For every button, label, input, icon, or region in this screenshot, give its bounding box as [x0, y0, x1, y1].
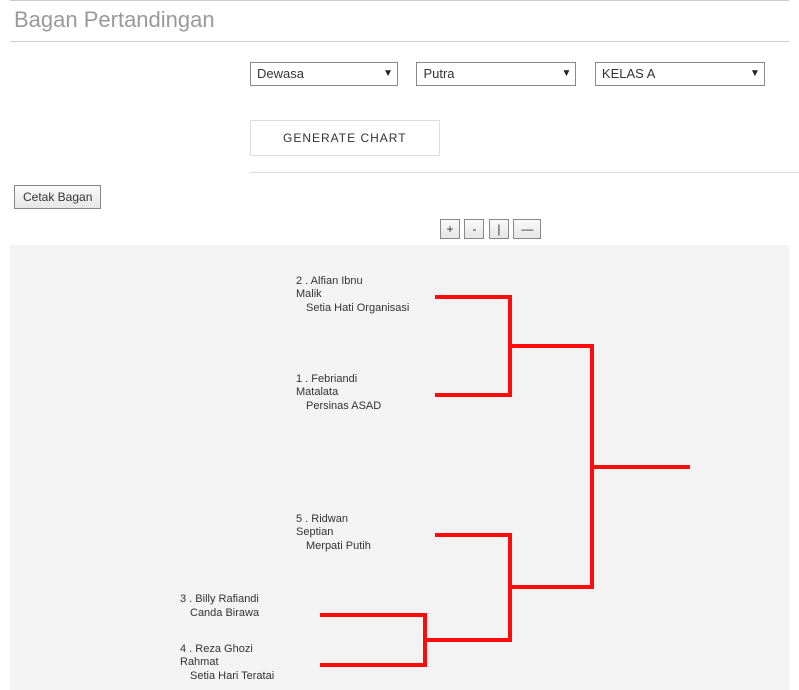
zoom-out-button[interactable]: -: [464, 219, 484, 239]
entry-name2: Rahmat: [180, 656, 340, 669]
bracket-entry: 3 . Billy Rafiandi Canda Birawa: [180, 593, 340, 620]
entry-seed-name: 5 . Ridwan: [296, 513, 456, 526]
filter-bar: Dewasa ▼ Putra ▼ KELAS A ▼: [0, 42, 799, 96]
entry-club: Merpati Putih: [296, 539, 456, 553]
entry-seed-name: 1 . Febriandi: [296, 373, 456, 386]
entry-seed-name: 2 . Alfian Ibnu: [296, 275, 456, 288]
entry-name2: Malik: [296, 288, 456, 301]
bracket-entry: 1 . Febriandi Matalata Persinas ASAD: [296, 373, 456, 413]
generate-chart-button[interactable]: GENERATE CHART: [250, 120, 440, 156]
chevron-down-icon: ▼: [383, 63, 393, 85]
zoom-controls: + - | —: [0, 219, 799, 245]
entry-club: Persinas ASAD: [296, 399, 456, 413]
class-select[interactable]: KELAS A ▼: [595, 62, 765, 86]
zoom-reset-button[interactable]: |: [489, 219, 509, 239]
bracket-entry: 5 . Ridwan Septian Merpati Putih: [296, 513, 456, 553]
gender-select[interactable]: Putra ▼: [416, 62, 576, 86]
chevron-down-icon: ▼: [750, 63, 760, 85]
print-bracket-button[interactable]: Cetak Bagan: [14, 185, 101, 209]
age-group-select[interactable]: Dewasa ▼: [250, 62, 398, 86]
bracket-entry: 2 . Alfian Ibnu Malik Setia Hati Organis…: [296, 275, 456, 315]
entry-club: Canda Birawa: [180, 606, 340, 620]
entry-club: Setia Hari Teratai: [180, 669, 340, 683]
entry-club: Setia Hati Organisasi: [296, 301, 456, 315]
bracket-entry: 4 . Reza Ghozi Rahmat Setia Hari Teratai: [180, 643, 340, 683]
zoom-in-button[interactable]: +: [440, 219, 460, 239]
gender-value: Putra: [423, 66, 454, 81]
entry-name2: Matalata: [296, 386, 456, 399]
chevron-down-icon: ▼: [562, 63, 572, 85]
class-value: KELAS A: [602, 66, 655, 81]
bracket-canvas[interactable]: 2 . Alfian Ibnu Malik Setia Hati Organis…: [10, 245, 789, 690]
zoom-fit-button[interactable]: —: [513, 219, 541, 239]
entry-seed-name: 3 . Billy Rafiandi: [180, 593, 340, 606]
age-group-value: Dewasa: [257, 66, 304, 81]
entry-name2: Septian: [296, 526, 456, 539]
entry-seed-name: 4 . Reza Ghozi: [180, 643, 340, 656]
page-title: Bagan Pertandingan: [0, 1, 799, 41]
